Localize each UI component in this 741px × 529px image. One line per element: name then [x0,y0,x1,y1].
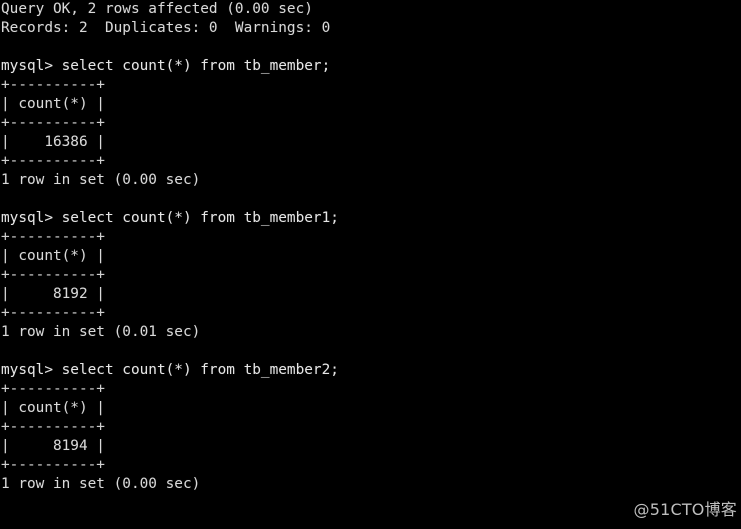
terminal-line: mysql> select count(*) from tb_member2; [1,362,339,378]
terminal-line: 1 row in set (0.01 sec) [1,324,201,340]
terminal-screen[interactable]: mysql> insert into tb_member values(1638… [1,0,741,494]
terminal-line: +----------+ [1,153,105,169]
terminal-line: | 8194 | [1,438,105,454]
terminal-line: +----------+ [1,305,105,321]
terminal-line: | count(*) | [1,400,105,416]
terminal-line: mysql> select count(*) from tb_member; [1,58,331,74]
terminal-line: +----------+ [1,77,105,93]
terminal-window[interactable]: mysql> insert into tb_member values(1638… [0,0,741,529]
terminal-line: 1 row in set (0.00 sec) [1,172,201,188]
terminal-line: Records: 2 Duplicates: 0 Warnings: 0 [1,20,331,36]
terminal-line: | 8192 | [1,286,105,302]
terminal-line: 1 row in set (0.00 sec) [1,476,201,492]
terminal-line: +----------+ [1,457,105,473]
terminal-line: +----------+ [1,229,105,245]
terminal-line: | count(*) | [1,96,105,112]
terminal-line: | count(*) | [1,248,105,264]
terminal-line: +----------+ [1,115,105,131]
terminal-line: | 16386 | [1,134,105,150]
watermark-label: @51CTO博客 [633,500,737,519]
terminal-line: mysql> select count(*) from tb_member1; [1,210,339,226]
terminal-line: Query OK, 2 rows affected (0.00 sec) [1,1,313,17]
terminal-line: +----------+ [1,267,105,283]
terminal-line: +----------+ [1,419,105,435]
terminal-line: +----------+ [1,381,105,397]
